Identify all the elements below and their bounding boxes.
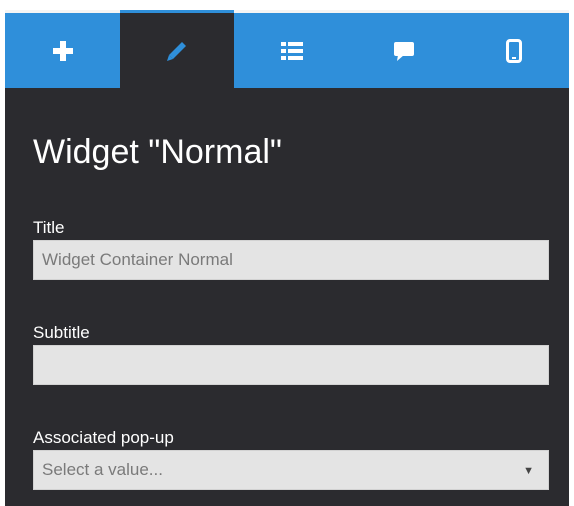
title-label: Title [33, 218, 65, 237]
tab-comments[interactable] [349, 13, 459, 88]
speech-bubble-icon [394, 41, 414, 61]
subtitle-input[interactable] [33, 345, 549, 385]
tab-add[interactable] [5, 13, 120, 88]
widget-heading: Widget "Normal" [33, 133, 282, 171]
subtitle-label: Subtitle [33, 323, 90, 342]
pencil-icon [167, 41, 186, 61]
tab-list[interactable] [234, 13, 349, 88]
tab-mobile[interactable] [459, 13, 569, 88]
associated-popup-label: Associated pop-up [33, 428, 174, 447]
title-input[interactable] [33, 240, 549, 280]
list-icon [280, 41, 303, 60]
plus-icon [52, 40, 73, 61]
widget-editor-panel: Widget "Normal" Title Subtitle Associate… [5, 10, 569, 506]
associated-popup-select[interactable]: Select a value... ▼ [33, 450, 549, 490]
mobile-phone-icon [506, 38, 522, 63]
associated-popup-value: Select a value... [42, 460, 163, 479]
chevron-down-icon: ▼ [523, 465, 534, 477]
tab-edit[interactable] [120, 10, 234, 88]
editor-toolbar [5, 10, 569, 88]
